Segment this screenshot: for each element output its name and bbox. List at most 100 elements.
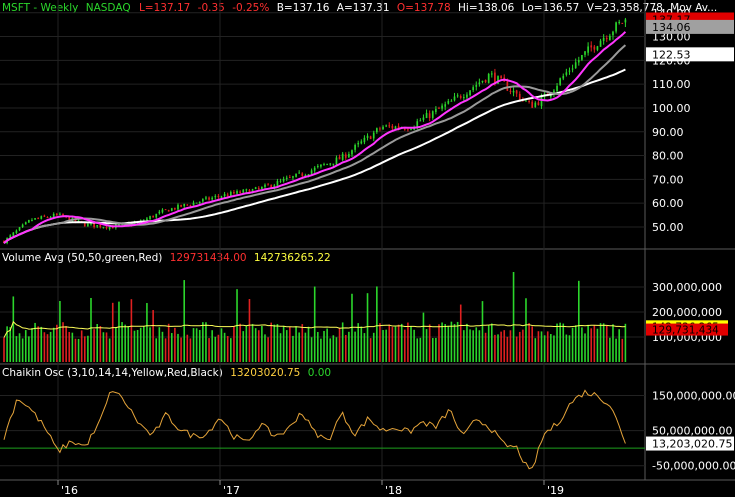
price-candle [602, 37, 605, 41]
price-candle [276, 181, 279, 186]
price-candle [453, 96, 456, 101]
volume-bar [397, 324, 400, 362]
price-candle [487, 73, 490, 83]
price-candle [419, 120, 422, 122]
price-candle [301, 173, 304, 176]
volume-bar [472, 330, 474, 362]
volume-bar [273, 324, 276, 362]
price-candle [565, 72, 568, 75]
volume-bar [599, 323, 602, 362]
volume-bar [335, 337, 338, 362]
volume-bar [230, 338, 232, 362]
volume-bar [497, 334, 499, 362]
price-candle [416, 121, 419, 127]
time-tick-label: '16 [61, 484, 78, 497]
volume-bar [615, 338, 617, 362]
volume-bar [124, 324, 126, 362]
volume-bar [15, 336, 18, 362]
price-candle [52, 213, 55, 218]
volume-tick-label: 200,000,000 [652, 306, 722, 319]
volume-bar [133, 330, 136, 362]
volume-bar [618, 329, 620, 362]
volume-bar [276, 324, 279, 362]
volume-bar [565, 334, 568, 362]
price-candle [310, 170, 313, 174]
volume-bar [177, 333, 179, 362]
volume-bar [366, 293, 369, 362]
volume-bar [307, 326, 310, 362]
price-candle [186, 204, 189, 206]
volume-bar [357, 323, 360, 362]
volume-bar [118, 301, 120, 362]
price-tick-label: 60.00 [652, 197, 684, 210]
price-candle [31, 219, 33, 221]
volume-bar [180, 337, 182, 362]
volume-bar [37, 326, 39, 362]
price-candle [587, 46, 589, 53]
volume-marker-label: 129,731,434 [652, 325, 719, 337]
volume-bar [450, 321, 453, 362]
price-candle [422, 117, 425, 120]
price-candle [155, 213, 158, 218]
volume-bar [251, 323, 254, 362]
volume-bar [161, 331, 164, 362]
price-candle [220, 196, 223, 198]
price-candle [441, 105, 443, 109]
price-candle [267, 184, 269, 186]
volume-bar [478, 330, 481, 362]
volume-bar [543, 335, 546, 362]
volume-bar [155, 338, 158, 362]
price-candle [329, 163, 332, 165]
price-candle [615, 22, 617, 32]
price-candle [83, 222, 86, 227]
price-candle [571, 68, 574, 70]
volume-marker: 129,731,434 [646, 323, 728, 337]
price-candle [459, 95, 462, 98]
price-candle [189, 205, 192, 207]
price-candle [382, 126, 384, 130]
volume-bar [494, 334, 496, 362]
price-candle [354, 144, 356, 150]
price-candle [295, 173, 297, 177]
price-candle [192, 202, 195, 206]
volume-bar [317, 331, 319, 362]
chaikin-panel [0, 389, 645, 470]
volume-bar [87, 335, 89, 362]
price-candle [183, 203, 186, 207]
price-candle [438, 107, 440, 109]
volume-bar [208, 338, 210, 362]
price-candle [528, 101, 530, 103]
price-candle [444, 104, 447, 107]
volume-bar [438, 324, 440, 362]
volume-bar [164, 338, 167, 362]
volume-bar [105, 332, 108, 362]
volume-bar [605, 325, 608, 362]
volume-bar [584, 333, 586, 362]
chaikin-tick-label: 150,000,000.00 [652, 390, 735, 403]
volume-bar [621, 338, 624, 362]
volume-bar [248, 299, 251, 362]
volume-bar [416, 338, 419, 362]
volume-bar [624, 323, 627, 362]
price-tick-label: 90.00 [652, 126, 684, 139]
price-candle [624, 19, 627, 23]
volume-bar [338, 327, 341, 362]
price-candle [40, 216, 43, 219]
price-candle [205, 197, 207, 199]
price-candle [288, 177, 291, 179]
volume-bar [363, 333, 366, 362]
price-candle [357, 142, 360, 145]
volume-bar [152, 310, 154, 362]
volume-bar [279, 333, 282, 362]
volume-bar [65, 326, 67, 362]
price-candle [568, 70, 571, 72]
price-candle [596, 46, 599, 50]
price-candle [282, 178, 285, 182]
time-tick-label: '19 [547, 484, 564, 497]
price-candle [484, 79, 487, 83]
price-candle [217, 196, 220, 198]
price-candle [93, 223, 95, 227]
price-candle [198, 201, 201, 204]
volume-bar [285, 330, 288, 362]
price-candle [201, 199, 204, 202]
